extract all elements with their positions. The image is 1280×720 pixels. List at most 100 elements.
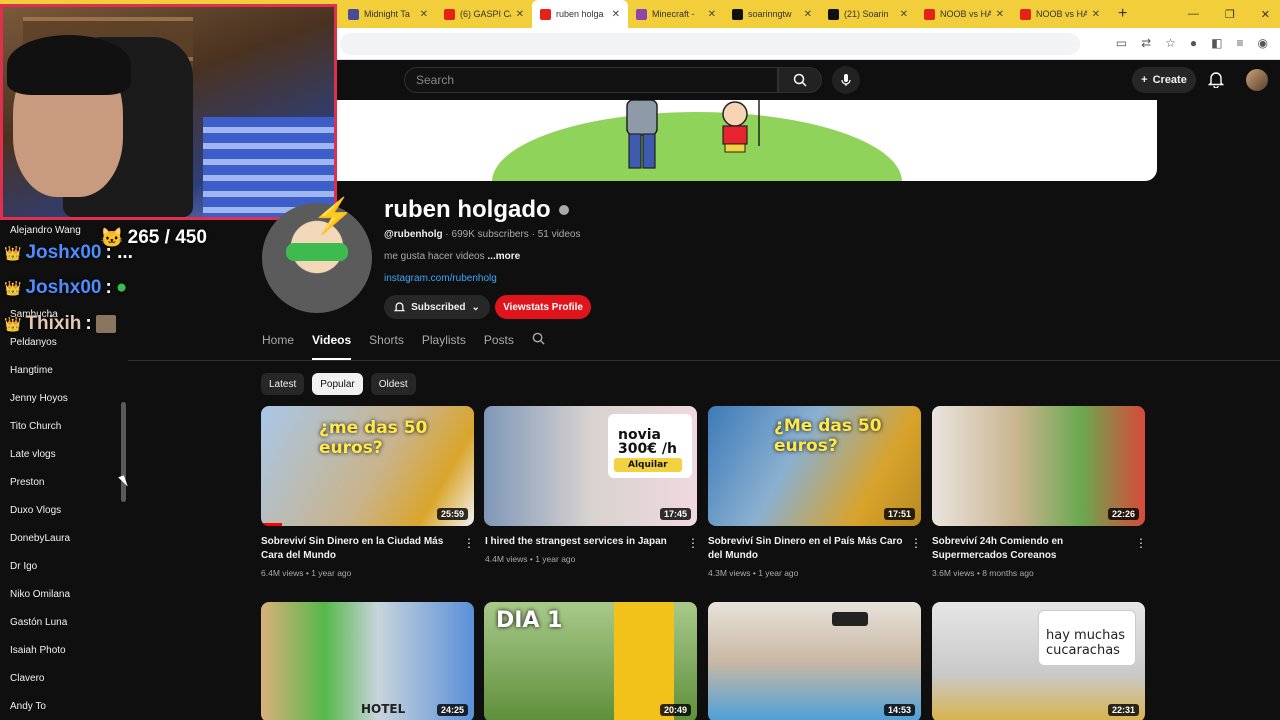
sidebar-channel-item[interactable]: DonebyLaura [10,533,70,544]
tab-shorts[interactable]: Shorts [369,333,404,360]
notifications-button[interactable] [1207,70,1225,93]
browser-tab[interactable]: (21) Soarin ✕ [820,0,916,28]
sidebar-channel-item[interactable]: Tito Church [10,421,61,432]
close-icon[interactable]: ✕ [708,9,716,20]
profile-icon[interactable]: ◉ [1258,36,1268,50]
voice-search-button[interactable] [832,66,860,94]
video-thumbnail[interactable]: ¿me das 50 euros? 25:59 [261,406,474,526]
close-icon[interactable]: ✕ [804,9,812,20]
chat-message: 👑 Joshx00: ... [4,242,133,263]
crown-badge-icon: 👑 [4,279,22,296]
sidebar-channel-item[interactable]: Peldanyos [10,337,57,348]
chip-oldest[interactable]: Oldest [370,373,416,395]
tab-favicon-icon [540,8,551,20]
emote-icon: ● [115,277,128,298]
banner-illustration [626,100,760,169]
microphone-icon [841,74,851,86]
close-icon[interactable]: ✕ [1092,9,1100,20]
browser-tab[interactable]: NOOB vs HA ✕ [1012,0,1108,28]
more-options-icon[interactable]: ⋮ [687,536,699,550]
subscribed-button[interactable]: Subscribed ⌄ [384,295,490,319]
chip-popular[interactable]: Popular [312,373,363,395]
watch-progress-bar [261,523,283,526]
minimize-icon[interactable]: — [1188,8,1199,20]
sidebar-channel-item[interactable]: Niko Omilana [10,589,70,600]
sidebar-channel-item[interactable]: Hangtime [10,365,53,376]
video-meta: 6.4M views • 1 year ago [261,568,352,578]
channel-search-button[interactable] [532,332,545,360]
new-tab-button[interactable]: + [1108,5,1137,23]
url-field[interactable] [340,33,1080,55]
crown-badge-icon: 👑 [4,244,22,261]
tab-playlists[interactable]: Playlists [422,333,466,360]
sidebar-channel-item[interactable]: Gastón Luna [10,617,67,628]
sidebar-channel-item[interactable]: Late vlogs [10,449,56,460]
sidebar-channel-item[interactable]: Jenny Hoyos [10,393,68,404]
close-icon[interactable]: ✕ [900,9,908,20]
video-thumbnail[interactable]: HOTEL 24:25 [261,602,474,720]
close-icon[interactable]: ✕ [420,9,428,20]
tab-posts[interactable]: Posts [484,333,514,360]
video-title[interactable]: Sobreviví Sin Dinero en el País Más Caro… [708,535,904,563]
video-title[interactable]: Sobreviví 24h Comiendo en Supermercados … [932,535,1128,563]
video-title[interactable]: I hired the strangest services in Japan [485,535,681,549]
video-title[interactable]: Sobreviví Sin Dinero en la Ciudad Más Ca… [261,535,457,563]
user-avatar[interactable] [1246,69,1268,91]
search-button[interactable] [778,67,822,93]
browser-tab[interactable]: Minecraft - ✕ [628,0,724,28]
video-thumbnail[interactable]: 14:53 [708,602,921,720]
tab-favicon-icon [1020,8,1031,20]
search-input[interactable]: Search [404,67,778,93]
tab-favicon-icon [348,8,359,20]
media-icon[interactable]: ≡ [1237,36,1244,50]
window-controls: — ❐ ✕ [1188,0,1270,28]
close-icon[interactable]: ✕ [516,9,524,20]
video-thumbnail[interactable]: hay muchas cucarachas 22:31 [932,602,1145,720]
sidebar-channel-item[interactable]: Clavero [10,673,44,684]
chevron-down-icon: ⌄ [471,301,480,313]
sidebar-channel-item[interactable]: Dr Igo [10,561,37,572]
channel-name: ruben holgado [384,196,569,224]
video-meta: 3.6M views • 8 months ago [932,568,1034,578]
tab-videos[interactable]: Videos [312,333,352,360]
chip-latest[interactable]: Latest [261,373,305,395]
close-icon[interactable]: ✕ [996,9,1004,20]
close-icon[interactable]: ✕ [612,9,620,20]
emote-icon [95,315,116,333]
verified-icon [558,205,569,215]
create-button[interactable]: + Create [1132,67,1196,93]
more-options-icon[interactable]: ⋮ [910,536,922,550]
channel-link[interactable]: instagram.com/rubenholg [384,273,497,284]
puzzle-icon[interactable]: ◧ [1211,36,1222,50]
maximize-icon[interactable]: ❐ [1225,8,1235,21]
more-options-icon[interactable]: ⋮ [463,536,475,550]
plus-icon: + [1141,74,1148,86]
translate-icon[interactable]: ⇄ [1141,36,1151,50]
close-window-icon[interactable]: ✕ [1261,8,1270,21]
video-thumbnail[interactable]: DIA 1 20:49 [484,602,697,720]
browser-tab[interactable]: (6) GASPI C/✕ [436,0,532,28]
bookmark-star-icon[interactable]: ☆ [1165,36,1176,50]
browser-tab-active[interactable]: ruben holga ✕ [532,0,628,28]
sidebar-channel-item[interactable]: Andy To [10,701,46,712]
video-thumbnail[interactable]: 22:26 [932,406,1145,526]
streamer-webcam [0,4,337,220]
sidebar-channel-item[interactable]: Alejandro Wang [10,225,81,236]
sidebar-channel-item[interactable]: Preston [10,477,44,488]
browser-tab[interactable]: Midnight Ta ✕ [340,0,436,28]
video-thumbnail[interactable]: novia 300€ /h Alquilar 17:45 [484,406,697,526]
tab-home[interactable]: Home [262,333,294,360]
sort-chips: Latest Popular Oldest [261,373,416,395]
extension-icon[interactable]: ● [1190,36,1197,50]
tab-favicon-icon [924,8,935,20]
viewstats-profile-button[interactable]: Viewstats Profile [495,295,591,319]
sidebar-channel-item[interactable]: Duxo Vlogs [10,505,61,516]
cast-icon[interactable]: ▭ [1116,36,1127,50]
more-options-icon[interactable]: ⋮ [1135,536,1147,550]
browser-tab[interactable]: soarinngtw ✕ [724,0,820,28]
browser-tab[interactable]: NOOB vs HA ✕ [916,0,1012,28]
channel-description[interactable]: me gusta hacer videos ...more [384,251,520,262]
tab-favicon-icon [444,8,455,20]
video-thumbnail[interactable]: ¿Me das 50 euros? 17:51 [708,406,921,526]
sidebar-channel-item[interactable]: Isaiah Photo [10,645,66,656]
